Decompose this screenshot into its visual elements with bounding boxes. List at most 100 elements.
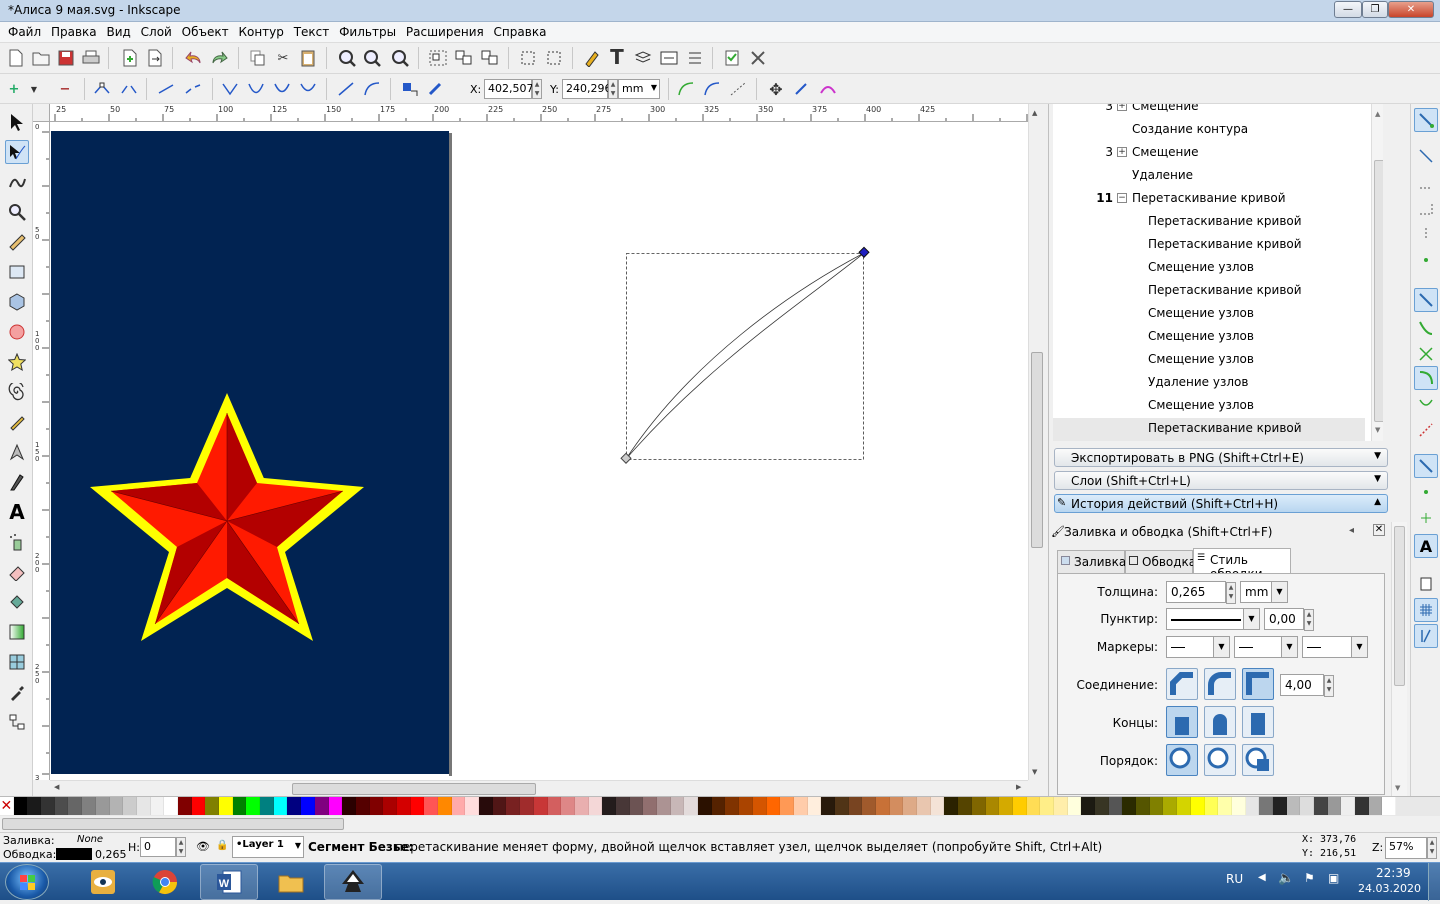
transform-icon[interactable] [518,48,538,68]
color-swatch[interactable] [95,797,110,815]
snap-intersection-icon[interactable] [1414,342,1438,366]
color-swatch[interactable] [903,797,918,815]
zoom-tool-icon[interactable] [5,200,29,224]
width-input[interactable]: 0,265 [1166,581,1226,603]
color-swatch[interactable] [150,797,165,815]
lpe-icon[interactable] [818,79,838,99]
color-swatch[interactable] [985,797,1000,815]
order-markers-button[interactable] [1242,744,1274,776]
cut-icon[interactable]: ✂ [273,48,293,68]
cap-round-button[interactable] [1204,706,1236,738]
spray-tool-icon[interactable] [5,530,29,554]
color-swatch[interactable] [958,797,972,815]
snap-bbox-icon[interactable] [1414,144,1438,168]
join-bevel-button[interactable] [1166,668,1198,700]
history-row[interactable]: Смещение узлов [1053,349,1365,372]
color-swatch[interactable] [54,797,69,815]
color-swatch[interactable] [1245,797,1260,815]
stroke-width-value[interactable]: 0,265 [95,848,127,861]
duplicate-icon[interactable] [248,48,268,68]
color-swatch[interactable] [383,797,397,815]
lock-icon[interactable]: 🔒 [216,840,228,851]
dash-offset-spinner[interactable]: ▲ ▼ [1304,609,1314,631]
color-swatch[interactable] [1231,797,1246,815]
menu-layer[interactable]: Слой [141,22,172,39]
edit-clip-icon[interactable] [792,79,812,99]
cap-butt-button[interactable] [1166,706,1198,738]
show-desktop-button[interactable] [1428,863,1440,901]
color-swatch[interactable] [821,797,835,815]
clone-icon[interactable] [480,48,500,68]
history-scrollbar[interactable]: ▲ ▼ [1371,104,1383,441]
color-swatch[interactable] [246,797,261,815]
color-swatch[interactable] [1177,797,1191,815]
insert-dropdown-icon[interactable]: ▼ [24,79,44,99]
tab-fill[interactable]: Заливка [1057,550,1126,573]
snap-center-icon[interactable] [1414,480,1438,504]
snap-guide-icon[interactable] [1414,624,1438,648]
show-outline-icon[interactable] [702,79,722,99]
history-row-selected[interactable]: Перетаскивание кривой [1053,418,1365,441]
open-icon[interactable] [31,48,51,68]
history-row[interactable]: 3 + Смещение [1053,104,1365,119]
taskbar-explorer-icon[interactable] [262,864,320,900]
x-input[interactable]: 402,507 [484,79,534,99]
ruler-vertical[interactable]: 0 5 0 1 0 0 1 5 0 2 0 0 2 5 0 3 0 0 [33,122,50,780]
snap-others-icon[interactable] [1414,454,1438,478]
document-properties-icon[interactable] [659,48,679,68]
color-swatch[interactable] [739,797,753,815]
snap-bbox-edge-icon[interactable] [1414,170,1438,194]
taskbar-inkscape-icon[interactable] [324,864,382,900]
color-swatch[interactable] [1286,797,1301,815]
export-icon[interactable] [145,48,165,68]
menu-filters[interactable]: Фильтры [339,22,396,39]
tab-stroke-paint[interactable]: Обводка [1125,550,1196,573]
color-swatch[interactable] [1095,797,1109,815]
scroll-thumb[interactable] [1374,160,1383,422]
color-swatch[interactable] [164,797,178,815]
checklist-icon[interactable] [722,48,742,68]
break-path-icon[interactable] [119,79,139,99]
new-document-icon[interactable] [6,48,26,68]
color-swatch[interactable] [41,797,55,815]
color-swatch[interactable] [930,797,945,815]
color-swatch[interactable] [273,797,288,815]
color-swatch[interactable] [1355,797,1369,815]
symmetric-node-icon[interactable] [272,79,292,99]
minimize-button[interactable]: — [1334,1,1362,18]
color-swatch[interactable] [205,797,219,815]
tweak-tool-icon[interactable] [5,170,29,194]
color-swatch[interactable] [725,797,740,815]
group-icon[interactable] [428,48,448,68]
join-round-button[interactable] [1204,668,1236,700]
insert-node-icon[interactable]: + [4,79,24,99]
color-swatch[interactable] [999,797,1013,815]
print-icon[interactable] [81,48,101,68]
scroll-up-icon[interactable]: ▲ [1032,109,1037,117]
color-swatch[interactable] [342,797,356,815]
join-nodes-icon[interactable] [92,79,112,99]
color-swatch[interactable] [479,797,493,815]
text-font-icon[interactable]: T [607,45,627,69]
rectangle-tool-icon[interactable] [5,260,29,284]
gradient-tool-icon[interactable] [5,620,29,644]
color-swatch[interactable] [1040,797,1054,815]
color-swatch[interactable] [588,797,603,815]
color-swatch[interactable] [1327,797,1342,815]
expand-icon[interactable]: + [1117,147,1127,157]
horizontal-scrollbar[interactable]: ◀ ▶ [50,780,1028,796]
color-swatch[interactable] [492,797,507,815]
join-segment-icon[interactable] [156,79,176,99]
scroll-thumb[interactable] [2,818,344,830]
star-tool-icon[interactable] [5,350,29,374]
make-curve-icon[interactable] [362,79,382,99]
mesh-tool-icon[interactable] [5,650,29,674]
fill-stroke-scrollbar[interactable]: ▼ [1391,522,1407,796]
stroke-to-path-icon[interactable] [426,79,446,99]
ruler-horizontal[interactable]: 25 50 75 100 125 150 175 200 225 250 275… [50,104,1030,122]
show-handles-icon[interactable] [676,79,696,99]
history-list[interactable]: 3 + Смещение Создание контура 3 + Смещение У… [1053,104,1383,441]
taskbar-chrome-icon[interactable] [136,864,194,900]
color-swatch[interactable] [547,797,562,815]
color-swatch[interactable] [314,797,329,815]
